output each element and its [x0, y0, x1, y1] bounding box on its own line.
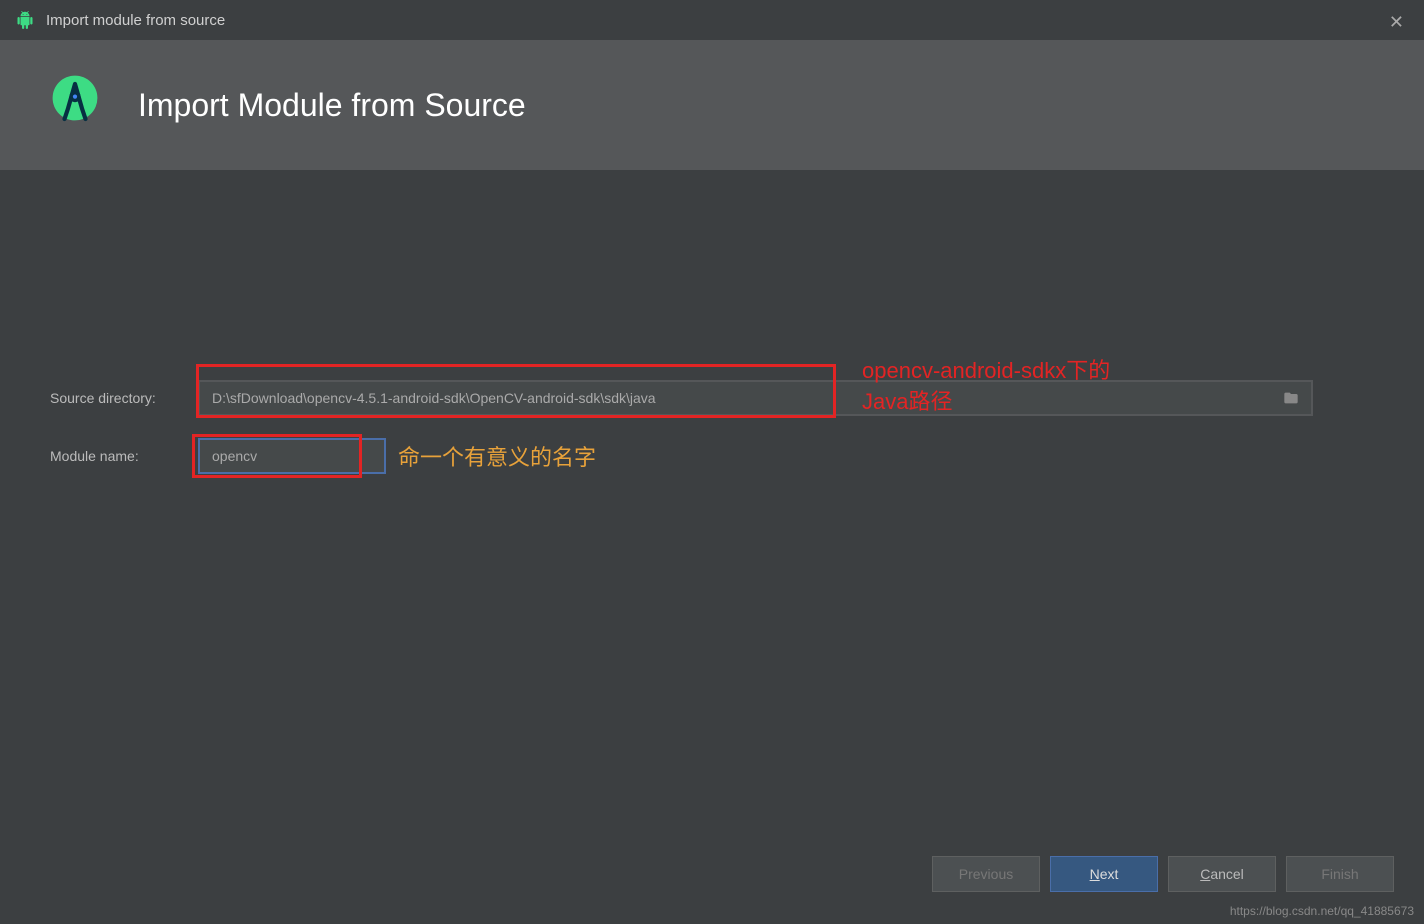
- android-studio-icon: [16, 11, 34, 29]
- previous-button[interactable]: Previous: [932, 856, 1040, 892]
- source-directory-input[interactable]: [198, 380, 1313, 416]
- footer-buttons: Previous Next Cancel Finish: [932, 856, 1394, 892]
- close-icon[interactable]: ✕: [1389, 12, 1404, 33]
- banner-title: Import Module from Source: [138, 87, 526, 124]
- android-studio-logo-icon: [40, 70, 110, 140]
- module-input-wrapper: [198, 438, 386, 474]
- next-button[interactable]: Next: [1050, 856, 1158, 892]
- annotation-orange-text: 命一个有意义的名字: [398, 440, 596, 472]
- banner: Import Module from Source: [0, 40, 1424, 170]
- main-body: Source directory: Module name:: [0, 170, 1424, 546]
- module-name-row: Module name:: [50, 438, 1374, 474]
- annotation-red-text: opencv-android-sdkx下的 Java路径: [862, 356, 1110, 418]
- finish-button[interactable]: Finish: [1286, 856, 1394, 892]
- annotation-red-line2: Java路径: [862, 387, 1110, 418]
- module-name-label: Module name:: [50, 448, 198, 464]
- annotation-red-line1: opencv-android-sdkx下的: [862, 356, 1110, 387]
- source-input-wrapper: [198, 380, 1313, 416]
- watermark-text: https://blog.csdn.net/qq_41885673: [1230, 904, 1414, 918]
- cancel-button[interactable]: Cancel: [1168, 856, 1276, 892]
- title-bar: Import module from source ✕: [0, 0, 1424, 40]
- browse-folder-icon[interactable]: [1281, 390, 1301, 406]
- title-bar-text: Import module from source: [46, 12, 225, 29]
- source-directory-row: Source directory:: [50, 380, 1374, 416]
- module-name-input[interactable]: [198, 438, 386, 474]
- source-directory-label: Source directory:: [50, 390, 198, 406]
